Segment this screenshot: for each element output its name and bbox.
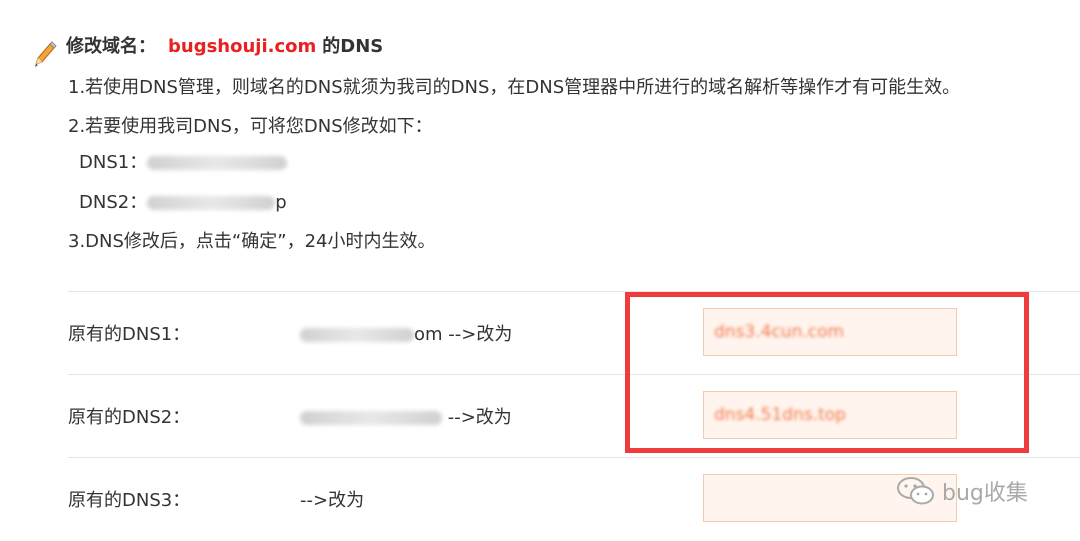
dns2-value: p [275,192,287,213]
watermark-text: bug收集 [942,481,1028,506]
watermark: bug收集 [896,474,1028,508]
row-dns1-old-redacted [300,328,414,342]
dns1-label: DNS1： [79,152,148,173]
dns2-redacted [147,196,276,210]
highlight-box [625,292,1029,453]
divider [68,457,1080,458]
domain-name: bugshouji.com [168,36,317,57]
wechat-icon [897,477,934,505]
row-dns1-old-visible: om [414,324,443,345]
instruction-2: 2.若要使用我司DNS，可将您DNS修改如下： [68,116,433,137]
row-dns2-arrow: -->改为 [447,407,512,428]
row-dns1-old: om -->改为 [300,320,512,346]
page-title: 修改域名： bugshouji.com 的DNS [66,34,383,60]
row-dns2-old: -->改为 [300,403,512,429]
row-dns2-old-redacted [300,411,442,425]
row-dns3-label: 原有的DNS3： [68,490,191,511]
dns2-line: DNS2： p [79,190,287,216]
row-dns1-arrow: -->改为 [448,324,513,345]
title-suffix: 的DNS [322,36,384,57]
instruction-1: 1.若使用DNS管理，则域名的DNS就须为我司的DNS，在DNS管理器中所进行的… [68,77,961,98]
row-dns3-arrow: -->改为 [300,490,365,511]
title-prefix: 修改域名： [66,36,156,57]
dns1-line: DNS1： [79,150,288,176]
row-dns3-old: -->改为 [300,486,364,512]
pencil-icon [35,41,57,67]
dns1-redacted [147,156,288,170]
dns2-label: DNS2： [79,192,148,213]
row-dns2-label: 原有的DNS2： [68,407,191,428]
row-dns1-label: 原有的DNS1： [68,324,191,345]
instruction-3: 3.DNS修改后，点击“确定”，24小时内生效。 [68,231,436,252]
